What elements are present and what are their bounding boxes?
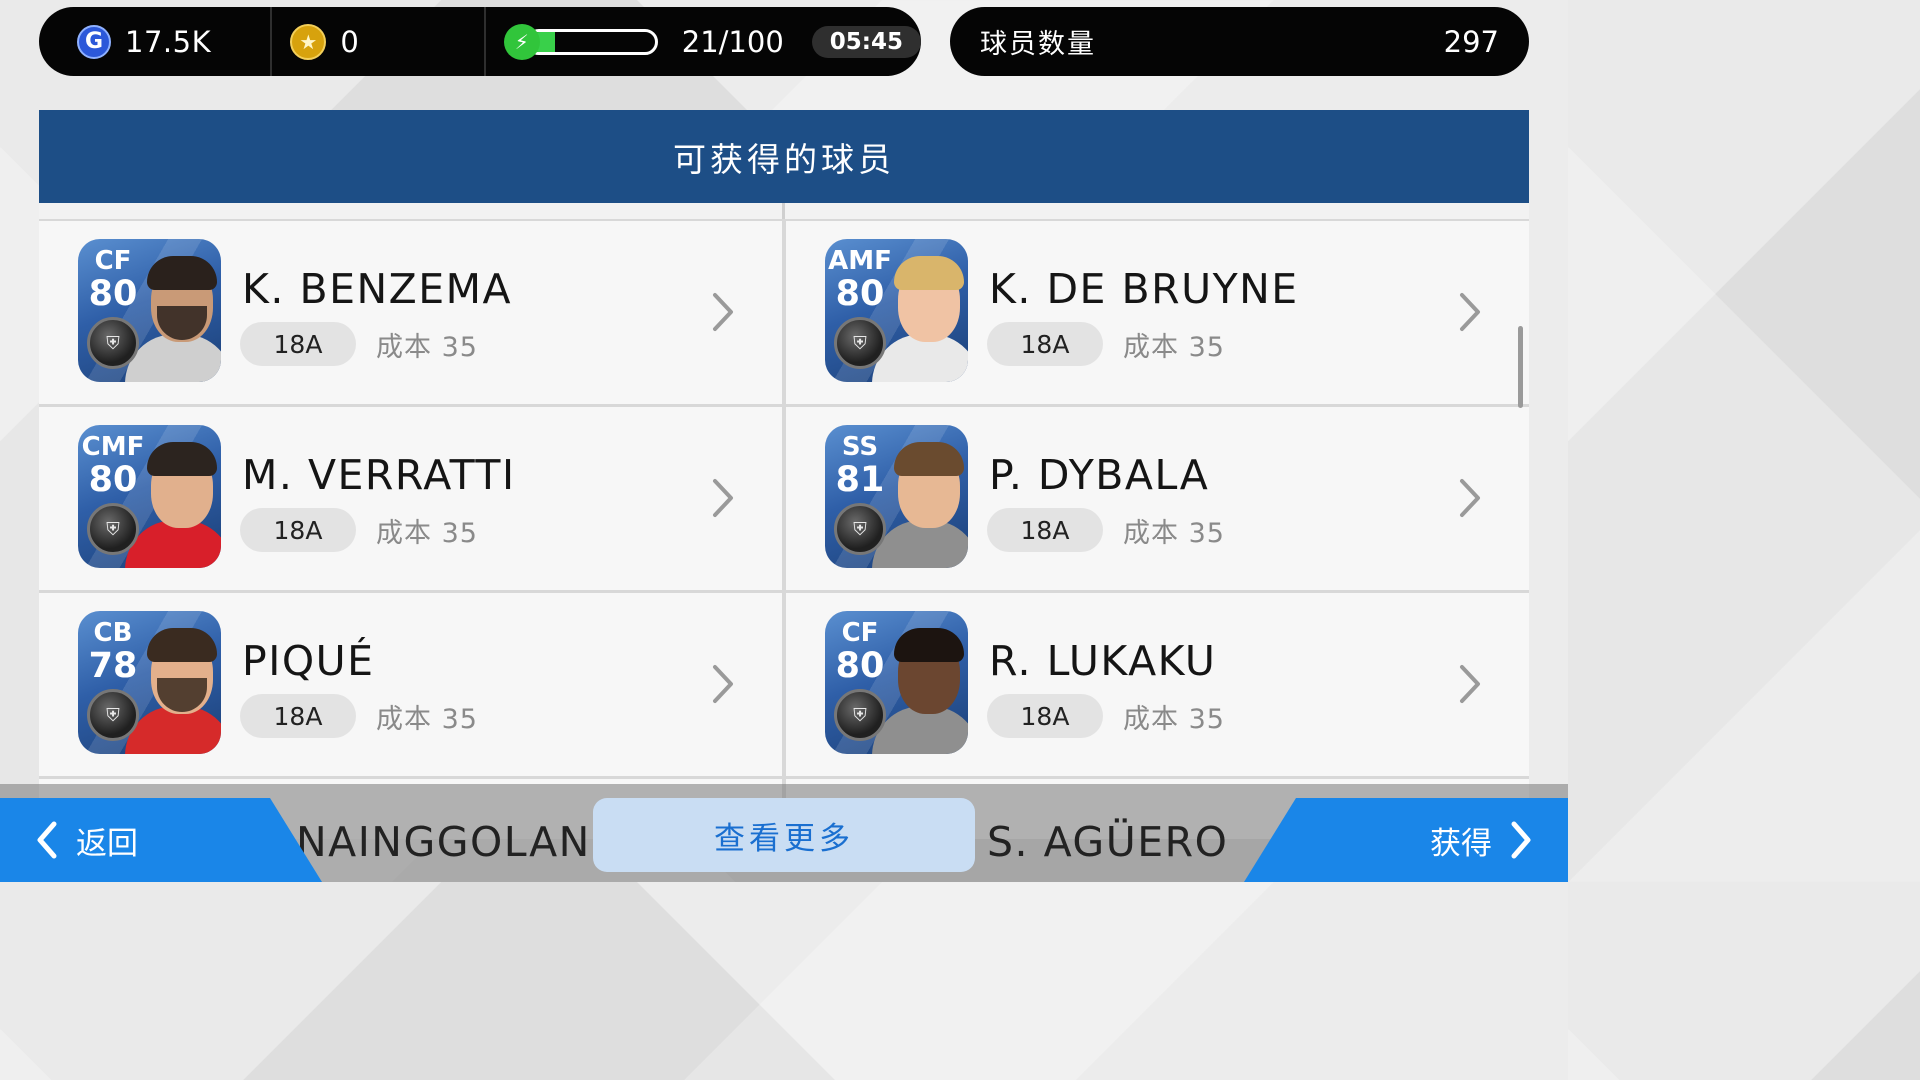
player-name: PIQUÉ [242,637,375,685]
player-rating: 80 [835,274,885,314]
player-name: R. LUKAKU [989,637,1217,685]
coin-segment[interactable]: ★ 0 [270,7,483,76]
player-cost: 成本 35 [1123,518,1225,549]
energy-bar [525,28,658,55]
player-position: CF [841,618,879,648]
player-count-bar: 球员数量 297 [950,7,1529,76]
chevron-right-icon [1460,665,1480,703]
player-rating: 80 [835,646,885,686]
player-rating: 78 [88,646,138,686]
obtain-button[interactable]: 获得 [1244,798,1568,882]
energy-bolt-icon: ⚡ [503,23,540,60]
obtain-button-label: 获得 [1430,825,1492,862]
scrollbar-thumb[interactable] [1518,326,1523,408]
player-grid: CF 80 ⛨ K. BENZEMA 18A 成本 35 AMF 80 ⛨ K.… [39,203,1529,839]
bottom-action-bar: NAINGGOLAN S. AGÜERO 返回 查看更多 获得 [0,784,1568,882]
team-shield-icon: ⛨ [834,689,886,741]
coin-icon: ★ [290,23,327,60]
player-position: CF [94,246,132,276]
view-more-button[interactable]: 查看更多 [593,798,975,872]
view-more-label: 查看更多 [714,820,854,857]
player-cost: 成本 35 [1123,332,1225,363]
team-shield-icon: ⛨ [834,503,886,555]
player-rating: 80 [88,274,138,314]
player-portrait: CB 78 ⛨ [78,611,221,754]
player-version-tag: 18A [240,694,356,738]
player-version-tag: 18A [987,508,1103,552]
player-portrait: CF 80 ⛨ [825,611,968,754]
player-card[interactable]: AMF 80 ⛨ K. DE BRUYNE 18A 成本 35 [786,221,1529,404]
player-portrait: CMF 80 ⛨ [78,425,221,568]
energy-value: 21/100 [681,24,784,59]
player-name: K. BENZEMA [242,265,513,313]
player-portrait: AMF 80 ⛨ [825,239,968,382]
peek-player-name-left: NAINGGOLAN [296,818,591,866]
player-cost: 成本 35 [1123,704,1225,735]
coin-value: 0 [340,24,360,59]
player-rating: 81 [835,460,885,500]
player-cost: 成本 35 [376,518,478,549]
chevron-right-icon [1460,293,1480,331]
gp-icon: G [77,24,111,59]
player-position: AMF [828,246,892,276]
player-portrait: SS 81 ⛨ [825,425,968,568]
player-position: SS [841,432,879,462]
player-cost: 成本 35 [376,332,478,363]
player-version-tag: 18A [987,322,1103,366]
player-card[interactable]: SS 81 ⛨ P. DYBALA 18A 成本 35 [786,407,1529,590]
player-card[interactable]: CF 80 ⛨ K. BENZEMA 18A 成本 35 [39,221,782,404]
back-button-label: 返回 [76,825,138,862]
player-rating: 80 [88,460,138,500]
player-count-label: 球员数量 [980,29,1096,60]
player-position: CB [93,618,133,648]
team-shield-icon: ⛨ [87,317,139,369]
player-version-tag: 18A [240,322,356,366]
player-card[interactable]: CF 80 ⛨ R. LUKAKU 18A 成本 35 [786,593,1529,776]
player-name: P. DYBALA [989,451,1210,499]
energy-segment[interactable]: ⚡ 21/100 05:45 [483,7,921,76]
team-shield-icon: ⛨ [87,503,139,555]
gp-segment[interactable]: G 17.5K [39,7,270,76]
player-portrait: CF 80 ⛨ [78,239,221,382]
back-button[interactable]: 返回 [0,798,322,882]
gp-value: 17.5K [125,24,212,59]
player-name: M. VERRATTI [242,451,516,499]
page-title: 可获得的球员 [673,139,895,179]
chevron-right-icon [1511,821,1531,859]
player-count-value: 297 [1443,24,1499,59]
player-version-tag: 18A [240,508,356,552]
available-players-header: 可获得的球员 [39,110,1529,203]
peek-player-name-right: S. AGÜERO [987,818,1229,866]
energy-timer: 05:45 [811,25,921,58]
chevron-right-icon [713,665,733,703]
player-version-tag: 18A [987,694,1103,738]
player-card[interactable]: CMF 80 ⛨ M. VERRATTI 18A 成本 35 [39,407,782,590]
player-position: CMF [81,432,145,462]
chevron-right-icon [713,479,733,517]
player-cost: 成本 35 [376,704,478,735]
team-shield-icon: ⛨ [87,689,139,741]
currency-status-bar: G 17.5K ★ 0 ⚡ 21/100 05:45 [39,7,921,76]
player-card[interactable]: CB 78 ⛨ PIQUÉ 18A 成本 35 [39,593,782,776]
chevron-right-icon [713,293,733,331]
chevron-left-icon [37,821,57,859]
team-shield-icon: ⛨ [834,317,886,369]
player-name: K. DE BRUYNE [989,265,1299,313]
chevron-right-icon [1460,479,1480,517]
